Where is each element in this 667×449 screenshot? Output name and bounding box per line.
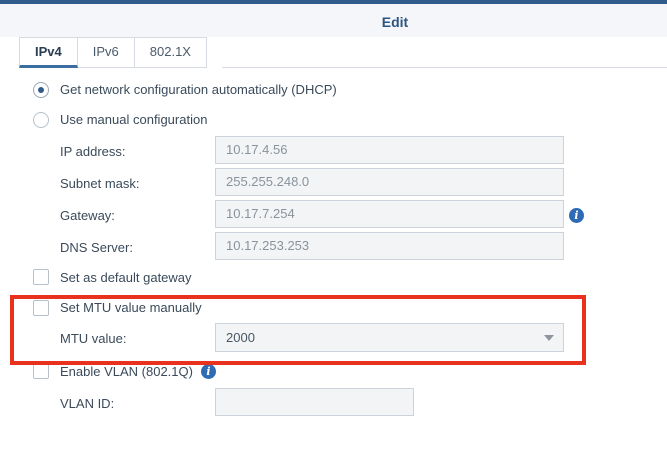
default-gateway-checkbox[interactable] (33, 269, 49, 285)
manual-config-radio[interactable] (33, 112, 49, 128)
gateway-input[interactable]: 10.17.7.254 (215, 200, 564, 228)
subnet-mask-input[interactable]: 255.255.248.0 (215, 168, 564, 196)
mtu-value-label: MTU value: (60, 331, 127, 346)
tab-divider (222, 67, 667, 68)
radio-selected-dot (38, 87, 44, 93)
title-bar: Edit (0, 4, 667, 37)
ip-address-input[interactable]: 10.17.4.56 (215, 136, 564, 164)
info-icon[interactable]: i (569, 208, 584, 223)
subnet-mask-label: Subnet mask: (60, 176, 140, 191)
tab-ipv6[interactable]: IPv6 (77, 37, 135, 68)
mtu-value-text: 2000 (226, 330, 255, 345)
ip-address-label: IP address: (60, 144, 126, 159)
dhcp-label: Get network configuration automatically … (60, 82, 337, 97)
tab-8021x[interactable]: 802.1X (134, 37, 207, 68)
dns-server-input[interactable]: 10.17.253.253 (215, 232, 564, 260)
default-gateway-label: Set as default gateway (60, 270, 192, 285)
vlan-id-input[interactable] (215, 388, 414, 416)
chevron-down-icon (544, 335, 554, 341)
mtu-manual-checkbox[interactable] (33, 300, 49, 316)
dialog-title: Edit (381, 14, 409, 30)
info-icon[interactable]: i (201, 364, 216, 379)
vlan-checkbox[interactable] (33, 363, 49, 379)
dns-server-label: DNS Server: (60, 240, 133, 255)
vlan-label: Enable VLAN (802.1Q) (60, 364, 193, 379)
mtu-manual-label: Set MTU value manually (60, 300, 202, 315)
mtu-value-select[interactable]: 2000 (215, 323, 564, 352)
tab-bar: IPv4 IPv6 802.1X (19, 37, 207, 68)
edit-dialog: Edit IPv4 IPv6 802.1X Get network config… (0, 0, 667, 449)
vlan-id-label: VLAN ID: (60, 396, 115, 411)
manual-config-label: Use manual configuration (60, 112, 208, 127)
gateway-label: Gateway: (60, 208, 115, 223)
tab-ipv4[interactable]: IPv4 (19, 37, 78, 68)
dhcp-radio[interactable] (33, 82, 49, 98)
